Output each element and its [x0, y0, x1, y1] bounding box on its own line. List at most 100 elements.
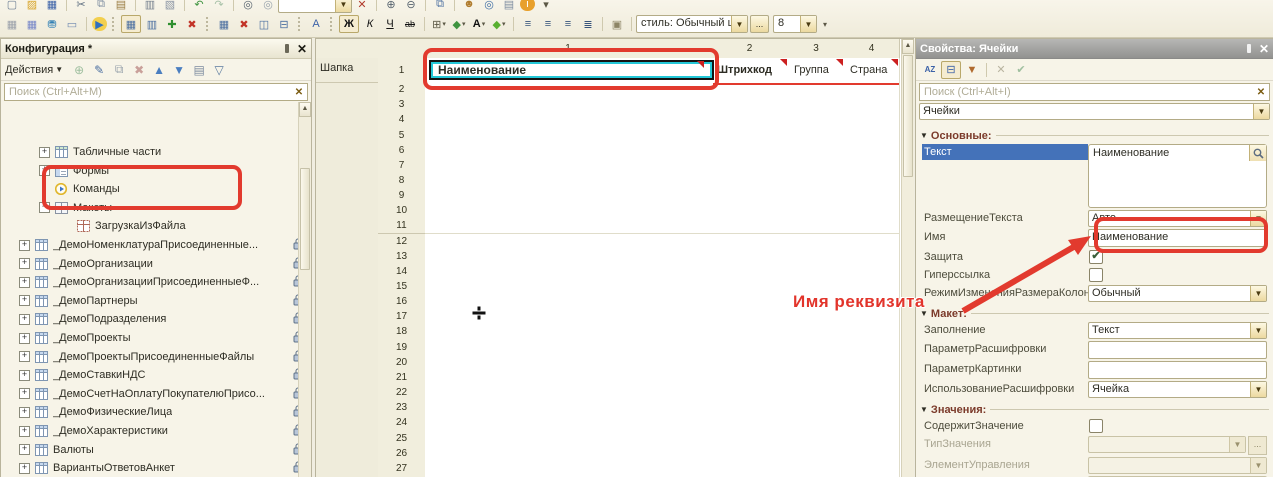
chevron-down-icon[interactable]: ▾	[482, 20, 486, 28]
align-center-button[interactable]: ≡	[539, 16, 557, 32]
cell-r8c3[interactable]	[788, 173, 845, 189]
cell-r26c2[interactable]	[711, 446, 789, 462]
tree-item--демономенклатураприсоединенные-[interactable]: +_ДемоНоменклатураПрисоединенные...	[1, 236, 298, 254]
cell-r13c3[interactable]	[788, 249, 845, 265]
cell-r12c2[interactable]	[711, 234, 789, 250]
cell-r12c4[interactable]	[844, 234, 900, 250]
cell-r4c1[interactable]	[425, 112, 712, 128]
cell-r19c4[interactable]	[844, 340, 900, 356]
cell-r10c2[interactable]	[711, 203, 789, 219]
collapse-icon[interactable]: ▼	[920, 405, 928, 414]
chevron-down-icon[interactable]: ▾	[502, 20, 506, 28]
cell-r3c2[interactable]	[711, 97, 789, 113]
expand-icon[interactable]: +	[19, 370, 30, 381]
имя-input[interactable]: Наименование	[1088, 229, 1267, 247]
pin-icon[interactable]	[285, 44, 289, 53]
expand-icon[interactable]: +	[19, 333, 30, 344]
cell-r20c2[interactable]	[711, 355, 789, 371]
tree-item-макеты[interactable]: −Макеты	[1, 199, 298, 217]
print-preview-icon[interactable]: ▧	[161, 0, 179, 12]
remove-table-icon[interactable]: ▦	[23, 16, 41, 32]
chevron-down-icon[interactable]: ▼	[335, 0, 351, 12]
row-header-4[interactable]: 4	[378, 112, 426, 128]
режимизмененияразмераколонки-combo[interactable]: Обычный▼	[1088, 285, 1267, 302]
chevron-down-icon[interactable]: ▾	[462, 20, 466, 28]
row-header-21[interactable]: 21	[378, 370, 426, 386]
expand-icon[interactable]: +	[19, 463, 30, 474]
cell-r6c1[interactable]	[425, 143, 712, 159]
tree-item-табличные-части[interactable]: +Табличные части	[1, 143, 298, 161]
cell-r9c2[interactable]	[711, 188, 789, 204]
cell-r7c3[interactable]	[788, 158, 845, 174]
toolbar-drag-handle[interactable]	[112, 17, 116, 31]
header-cell-4[interactable]: Страна	[844, 58, 897, 82]
cell-r10c4[interactable]	[844, 203, 900, 219]
cell-r2c2[interactable]	[711, 82, 789, 98]
cell-r24c1[interactable]	[425, 415, 712, 431]
tree-item--демоорганизацииприсоединенныеф-[interactable]: +_ДемоОрганизацииПрисоединенныеФ...	[1, 273, 298, 291]
expand-icon[interactable]: +	[19, 444, 30, 455]
pin-icon[interactable]	[1247, 44, 1251, 53]
cell-r13c4[interactable]	[844, 249, 900, 265]
sheet-scrollbar[interactable]: ▲	[901, 39, 914, 477]
cell-r18c1[interactable]	[425, 324, 712, 340]
параметркартинки-input[interactable]	[1088, 361, 1267, 379]
chevron-down-icon[interactable]: ▾	[442, 20, 446, 28]
cell-r11c4[interactable]	[844, 218, 900, 234]
cell-r8c4[interactable]	[844, 173, 900, 189]
cell-r3c1[interactable]	[425, 97, 712, 113]
expand-icon[interactable]: +	[19, 277, 30, 288]
chevron-down-icon[interactable]: ▼	[1253, 104, 1269, 119]
cell-r25c1[interactable]	[425, 430, 712, 446]
align-justify-button[interactable]: ≣	[579, 16, 597, 32]
expand-icon[interactable]: +	[19, 426, 30, 437]
properties-panel-titlebar[interactable]: Свойства: Ячейки ✕	[916, 39, 1273, 59]
cell-r11c1[interactable]	[425, 218, 712, 234]
expand-icon[interactable]: +	[19, 314, 30, 325]
cell-r17c2[interactable]	[711, 309, 789, 325]
row-header-24[interactable]: 24	[378, 415, 426, 431]
cell-r18c4[interactable]	[844, 324, 900, 340]
row-header-10[interactable]: 10	[378, 203, 426, 219]
cell-r14c4[interactable]	[844, 264, 900, 280]
info-icon[interactable]: i	[520, 0, 535, 11]
cell-r22c3[interactable]	[788, 385, 845, 401]
cell-r21c2[interactable]	[711, 370, 789, 386]
cell-r18c3[interactable]	[788, 324, 845, 340]
cell-r19c2[interactable]	[711, 340, 789, 356]
cell-r5c4[interactable]	[844, 127, 900, 143]
header-cell-3[interactable]: Группа	[788, 58, 842, 82]
actions-menu[interactable]: Действия	[5, 64, 53, 76]
properties-search[interactable]: Поиск (Ctrl+Alt+I) ✕	[919, 83, 1270, 101]
tree-item-команды[interactable]: Команды	[1, 180, 298, 198]
insert-row-icon[interactable]: ✚	[163, 16, 181, 32]
cell-r17c3[interactable]	[788, 309, 845, 325]
delete-row-icon[interactable]: ✖	[183, 16, 201, 32]
close-icon[interactable]: ✕	[297, 44, 307, 54]
tree-item-загрузкаизфайла[interactable]: ЗагрузкаИзФайла	[1, 217, 298, 235]
borders-dropdown[interactable]: ⊞▾	[430, 16, 448, 32]
cell-r26c3[interactable]	[788, 446, 845, 462]
row-header-22[interactable]: 22	[378, 385, 426, 401]
cell-r16c3[interactable]	[788, 294, 845, 310]
cell-r23c1[interactable]	[425, 400, 712, 416]
cell-r6c4[interactable]	[844, 143, 900, 159]
toolbar-drag-handle[interactable]	[330, 17, 334, 31]
cell-r20c4[interactable]	[844, 355, 900, 371]
row-header-20[interactable]: 20	[378, 355, 426, 371]
tree-item-формы[interactable]: +Формы	[1, 162, 298, 180]
scroll-up-icon[interactable]: ▲	[902, 39, 914, 54]
cell-r13c1[interactable]	[425, 249, 712, 265]
защита-checkbox[interactable]: ✔	[1089, 250, 1103, 264]
row-header-5[interactable]: 5	[378, 127, 426, 143]
section-header-основные[interactable]: ▼Основные:	[918, 128, 1269, 143]
tree-item--демопартнеры[interactable]: +_ДемоПартнеры	[1, 292, 298, 310]
row-header-27[interactable]: 27	[378, 461, 426, 477]
cell-r24c3[interactable]	[788, 415, 845, 431]
expand-icon[interactable]: +	[19, 240, 30, 251]
гиперссылка-checkbox[interactable]	[1089, 268, 1103, 282]
cell-r16c2[interactable]	[711, 294, 789, 310]
section-header-значения[interactable]: ▼Значения:	[918, 402, 1269, 417]
show-grid-icon[interactable]: ▦	[121, 15, 141, 33]
merge-cells-icon[interactable]: ▣	[608, 16, 626, 32]
